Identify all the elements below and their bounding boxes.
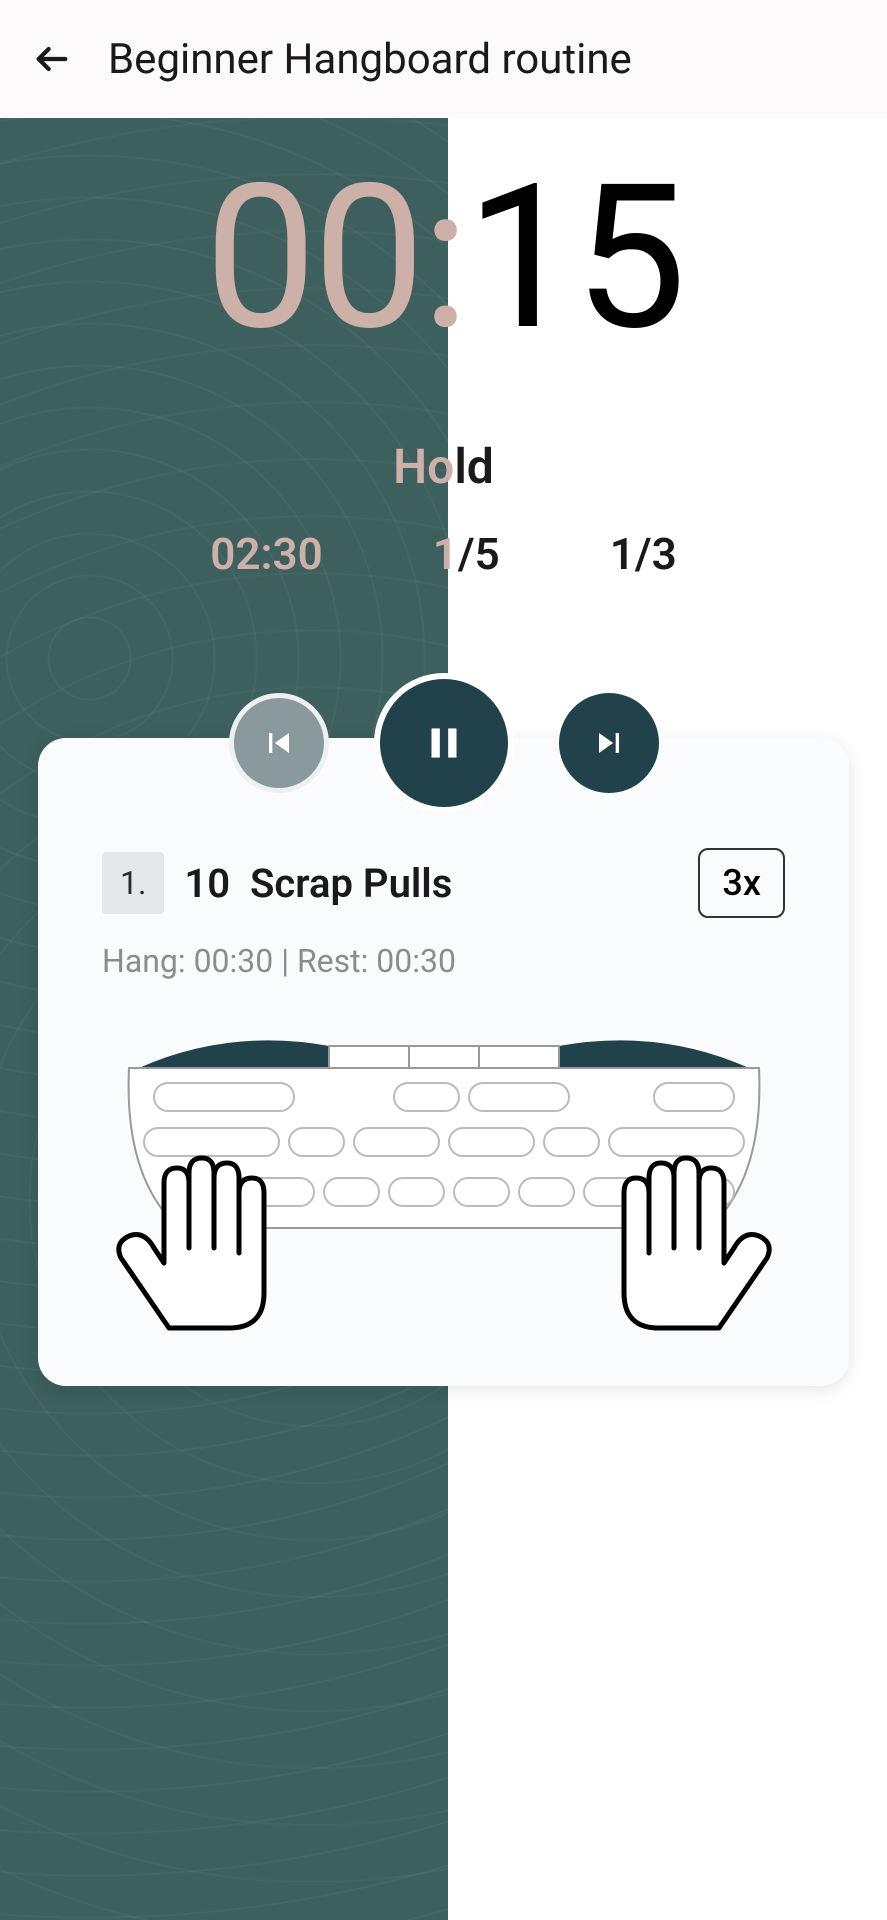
left-hand-icon	[118, 1158, 263, 1328]
phase-text-left: Ho	[393, 438, 454, 495]
elapsed-time: 02:30	[210, 528, 323, 580]
previous-button[interactable]	[229, 693, 329, 793]
timer-colon: :	[421, 140, 465, 375]
skip-next-icon	[589, 723, 629, 763]
set-counter: 1/3	[610, 528, 677, 580]
phase-text-right: ld	[454, 438, 494, 495]
main-area: 00:15 Hold 02:30 1/5 1/3 1. 10 Scrap Pu	[0, 118, 887, 1920]
playback-controls	[0, 673, 887, 813]
phase-label: Hold	[0, 438, 887, 495]
back-arrow-icon	[32, 39, 72, 79]
exercise-card: 1. 10 Scrap Pulls 3x Hang: 00:30 | Rest:…	[38, 738, 849, 1386]
skip-previous-icon	[259, 723, 299, 763]
hangboard-illustration	[102, 1028, 785, 1338]
page-title: Beginner Hangboard routine	[108, 35, 632, 84]
hangboard-svg	[109, 1028, 779, 1338]
exercise-header: 1. 10 Scrap Pulls 3x	[102, 848, 785, 918]
header-bar: Beginner Hangboard routine	[0, 0, 887, 118]
exercise-subline: Hang: 00:30 | Rest: 00:30	[102, 942, 785, 980]
rep-counter: 1/5	[433, 528, 500, 580]
exercise-index: 1.	[102, 852, 164, 914]
stats-row: 02:30 1/5 1/3	[0, 528, 887, 580]
right-hand-icon	[624, 1158, 769, 1328]
app-root: Beginner Hangboard routine 00:15 Hold 02…	[0, 0, 887, 1920]
countdown-timer: 00:15	[0, 158, 887, 358]
next-button[interactable]	[559, 693, 659, 793]
back-button[interactable]	[28, 35, 76, 83]
exercise-name: 10 Scrap Pulls	[184, 860, 678, 907]
pause-icon	[419, 718, 469, 768]
timer-seconds: 15	[466, 140, 683, 375]
repetitions-badge[interactable]: 3x	[698, 848, 785, 918]
pause-button[interactable]	[374, 673, 514, 813]
timer-minutes: 00	[204, 140, 421, 375]
